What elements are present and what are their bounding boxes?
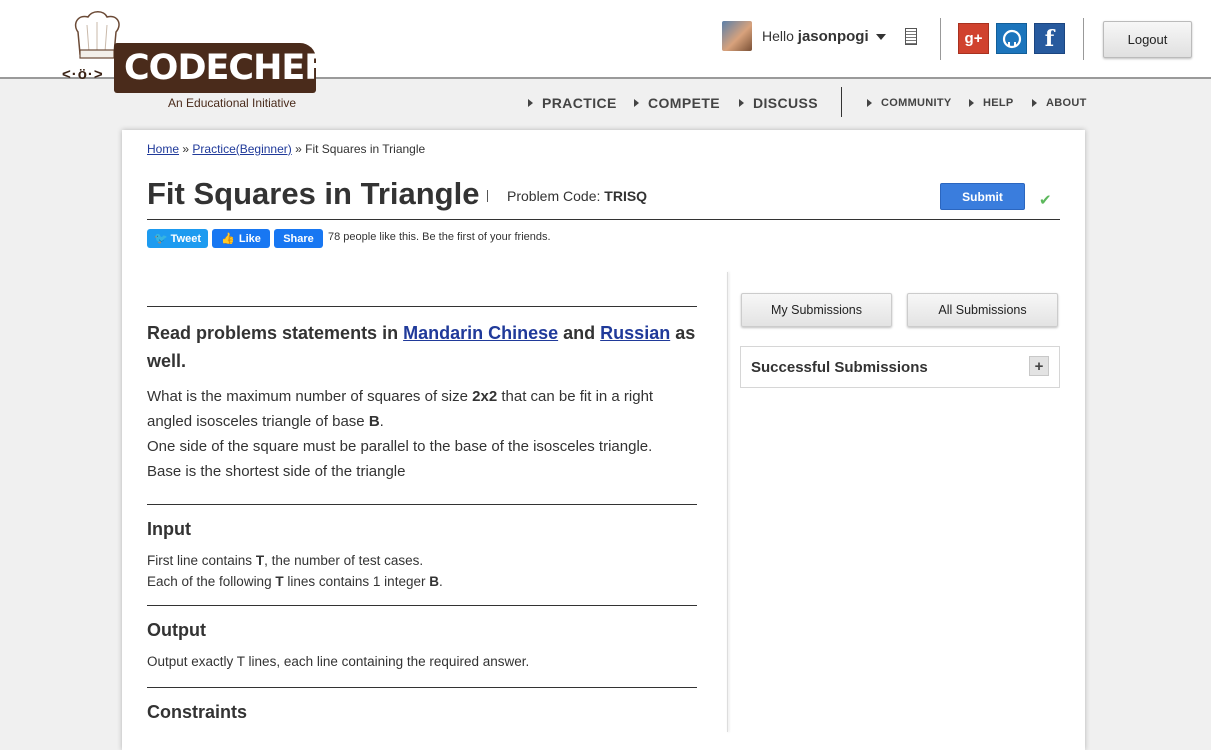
- input-bold: T: [255, 553, 265, 568]
- header-divider: [1083, 18, 1084, 60]
- title-divider: [487, 190, 488, 202]
- mandarin-link[interactable]: Mandarin Chinese: [403, 323, 558, 343]
- nav-label: HELP: [983, 97, 1014, 109]
- username: jasonpogi: [797, 27, 869, 45]
- statement-paragraph: What is the maximum number of squares of…: [147, 384, 697, 434]
- brand-name: CODECHEF: [114, 43, 328, 93]
- nav-label: PRACTICE: [542, 95, 617, 111]
- section-rule: [147, 687, 697, 688]
- successful-submissions-panel[interactable]: Successful Submissions +: [740, 346, 1060, 388]
- output-text: Output exactly T lines, each line contai…: [147, 654, 530, 669]
- breadcrumb-home[interactable]: Home: [147, 142, 179, 156]
- caret-right-icon: [1032, 99, 1037, 107]
- facebook-icon[interactable]: f: [1034, 23, 1065, 54]
- statement-line: One side of the square must be parallel …: [147, 438, 653, 455]
- facebook-like-button[interactable]: 👍 Like: [212, 229, 270, 248]
- codechef-logo[interactable]: CODECHEF <·ö·> An Educational Initiative: [62, 10, 328, 114]
- title-rule: [147, 219, 1060, 220]
- nav-label: COMPETE: [648, 95, 721, 111]
- input-line: First line contains T, the number of tes…: [147, 550, 697, 571]
- russian-link[interactable]: Russian: [600, 323, 670, 343]
- breadcrumb: Home » Practice(Beginner) » Fit Squares …: [147, 142, 425, 156]
- chef-face-icon: <·ö·>: [62, 66, 104, 83]
- input-bold: B: [429, 574, 439, 589]
- nav-label: COMMUNITY: [881, 97, 952, 109]
- github-icon[interactable]: [996, 23, 1027, 54]
- caret-right-icon: [634, 99, 639, 107]
- problem-code-label: Problem Code:: [507, 188, 601, 204]
- breadcrumb-current: Fit Squares in Triangle: [305, 142, 426, 156]
- nav-discuss[interactable]: DISCUSS: [739, 95, 818, 111]
- document-icon[interactable]: [905, 28, 917, 45]
- statement-line: Base is the shortest side of the triangl…: [147, 463, 406, 480]
- all-submissions-button[interactable]: All Submissions: [907, 293, 1058, 327]
- header-divider: [940, 18, 941, 60]
- page-title: Fit Squares in Triangle: [147, 176, 480, 211]
- problem-statement: Read problems statements in Mandarin Chi…: [147, 306, 697, 723]
- nav-compete[interactable]: COMPETE: [634, 95, 720, 111]
- breadcrumb-separator: »: [295, 142, 302, 156]
- output-heading: Output: [147, 620, 206, 640]
- google-plus-icon[interactable]: g+: [958, 23, 989, 54]
- statement-bold: 2x2: [472, 388, 498, 405]
- twitter-icon: 🐦: [153, 233, 168, 245]
- logout-button[interactable]: Logout: [1103, 21, 1192, 58]
- input-text: First line contains: [147, 553, 253, 568]
- section-rule: [147, 605, 697, 606]
- problem-code-value: TRISQ: [604, 188, 648, 204]
- avatar[interactable]: [722, 21, 752, 51]
- constraints-heading: Constraints: [147, 702, 248, 722]
- problem-code: Problem Code: TRISQ: [507, 188, 647, 204]
- translations-text: Read problems statements in: [147, 323, 399, 343]
- thumbs-up-icon: 👍: [221, 233, 235, 245]
- nav-divider: [841, 87, 842, 117]
- section-rule: [147, 504, 697, 505]
- nav-about[interactable]: ABOUT: [1032, 97, 1087, 109]
- caret-right-icon: [969, 99, 974, 107]
- input-text: , the number of test cases.: [264, 553, 424, 568]
- nav-community[interactable]: COMMUNITY: [867, 97, 952, 109]
- input-line: Each of the following T lines contains 1…: [147, 571, 697, 592]
- likes-count-text: 78 people like this. Be the first of you…: [328, 231, 551, 243]
- column-divider: [727, 272, 728, 732]
- nav-practice[interactable]: PRACTICE: [528, 95, 617, 111]
- translations-text: and: [563, 323, 596, 343]
- input-text: Each of the following: [147, 574, 272, 589]
- greeting-text: Hello: [762, 27, 794, 44]
- user-menu[interactable]: Hello jasonpogi: [722, 20, 886, 52]
- nav-label: DISCUSS: [753, 95, 819, 111]
- github-glyph-icon: [1002, 29, 1021, 48]
- check-icon: ✔: [1039, 192, 1052, 209]
- translations-note: Read problems statements in Mandarin Chi…: [147, 319, 697, 375]
- caret-right-icon: [528, 99, 533, 107]
- user-greeting[interactable]: Hello jasonpogi: [762, 28, 869, 45]
- expand-icon[interactable]: +: [1029, 356, 1049, 376]
- statement-bold: B: [368, 413, 380, 430]
- caret-right-icon: [867, 99, 872, 107]
- statement-text: .: [379, 413, 384, 430]
- chevron-down-icon[interactable]: [875, 34, 886, 40]
- section-rule: [147, 306, 697, 307]
- input-text: lines contains 1 integer: [287, 574, 426, 589]
- like-label: Like: [238, 232, 261, 245]
- tweet-button[interactable]: 🐦 Tweet: [147, 229, 208, 248]
- my-submissions-button[interactable]: My Submissions: [741, 293, 892, 327]
- tweet-label: Tweet: [170, 232, 202, 245]
- facebook-share-button[interactable]: Share: [274, 229, 323, 248]
- brand-tagline: An Educational Initiative: [168, 96, 297, 110]
- successful-submissions-title: Successful Submissions: [751, 359, 928, 376]
- input-text: .: [438, 574, 443, 589]
- statement-text: What is the maximum number of squares of…: [147, 388, 468, 405]
- input-heading: Input: [147, 519, 191, 539]
- breadcrumb-practice[interactable]: Practice(Beginner): [192, 142, 291, 156]
- nav-help[interactable]: HELP: [969, 97, 1014, 109]
- input-bold: T: [275, 574, 284, 589]
- submit-button[interactable]: Submit: [940, 183, 1025, 210]
- caret-right-icon: [739, 99, 744, 107]
- breadcrumb-separator: »: [182, 142, 190, 156]
- nav-label: ABOUT: [1046, 97, 1087, 109]
